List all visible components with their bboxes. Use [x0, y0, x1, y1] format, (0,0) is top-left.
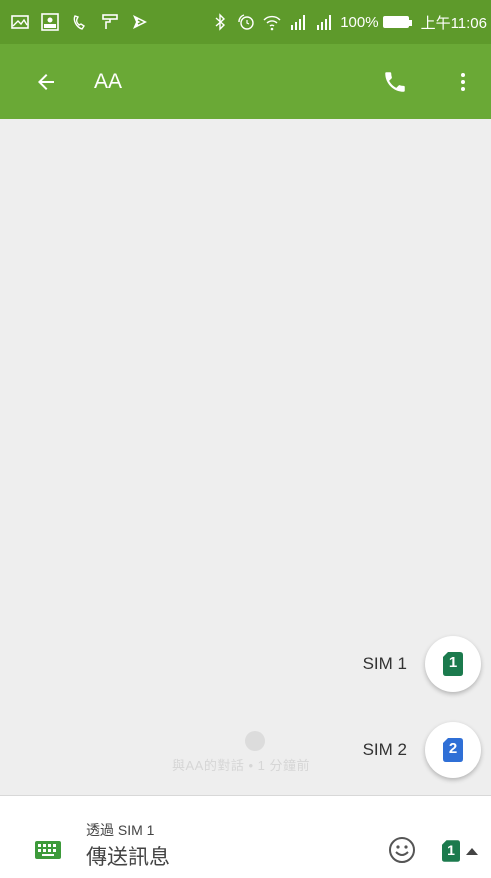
sim-number: 2 [448, 740, 458, 757]
battery-percent: 100% [340, 13, 379, 31]
screen-record-icon [40, 12, 60, 32]
emoji-button[interactable] [388, 836, 416, 864]
status-bar: 100% 上午11:06 [0, 0, 491, 44]
sim-option-1[interactable]: SIM 1 1 [363, 636, 481, 692]
paint-roller-icon [100, 12, 120, 32]
sim-selector-button[interactable]: 1 [442, 840, 478, 862]
keyboard-icon [35, 841, 61, 859]
app-toolbar: AA [0, 44, 491, 119]
message-input[interactable]: 傳送訊息 [86, 841, 170, 871]
battery-icon [382, 16, 412, 28]
call-icon [70, 12, 90, 32]
bluetooth-icon [210, 12, 230, 32]
avatar [245, 731, 265, 751]
alarm-icon [236, 12, 256, 32]
call-button[interactable] [375, 62, 415, 102]
sim-option-2[interactable]: SIM 2 2 [363, 722, 481, 778]
send-app-icon [130, 12, 150, 32]
sim-1-button[interactable]: 1 [425, 636, 481, 692]
phone-icon [385, 71, 405, 92]
sim-card-icon: 2 [443, 738, 463, 762]
sim-card-icon: 1 [443, 652, 463, 676]
back-arrow-icon [38, 73, 54, 90]
more-options-button[interactable] [443, 62, 483, 102]
signal-icon [288, 12, 308, 32]
sim-option-label: SIM 1 [362, 654, 407, 673]
compose-bar: 透過 SIM 1 傳送訊息 1 [0, 795, 491, 878]
keyboard-toggle-button[interactable] [34, 840, 62, 860]
conversation-area: 與AA的對話 • 1 分鐘前 SIM 1 1 SIM 2 2 [0, 119, 491, 840]
emoji-icon [389, 837, 415, 863]
sim-number: 1 [448, 654, 458, 671]
back-button[interactable] [26, 62, 66, 102]
clock: 上午11:06 [420, 14, 487, 32]
caret-up-icon [466, 847, 478, 855]
conversation-hint: 與AA的對話 • 1 分鐘前 [172, 758, 310, 773]
image-icon [10, 12, 30, 32]
send-via-sim-label: 透過 SIM 1 [86, 822, 155, 838]
signal-icon [314, 12, 334, 32]
wifi-icon [262, 12, 282, 32]
sim-2-button[interactable]: 2 [425, 722, 481, 778]
conversation-title: AA [94, 69, 123, 93]
sim-number: 1 [447, 842, 455, 858]
sim-card-icon: 1 [442, 840, 460, 862]
more-vert-icon [461, 72, 465, 91]
sim-option-label: SIM 2 [362, 740, 407, 759]
